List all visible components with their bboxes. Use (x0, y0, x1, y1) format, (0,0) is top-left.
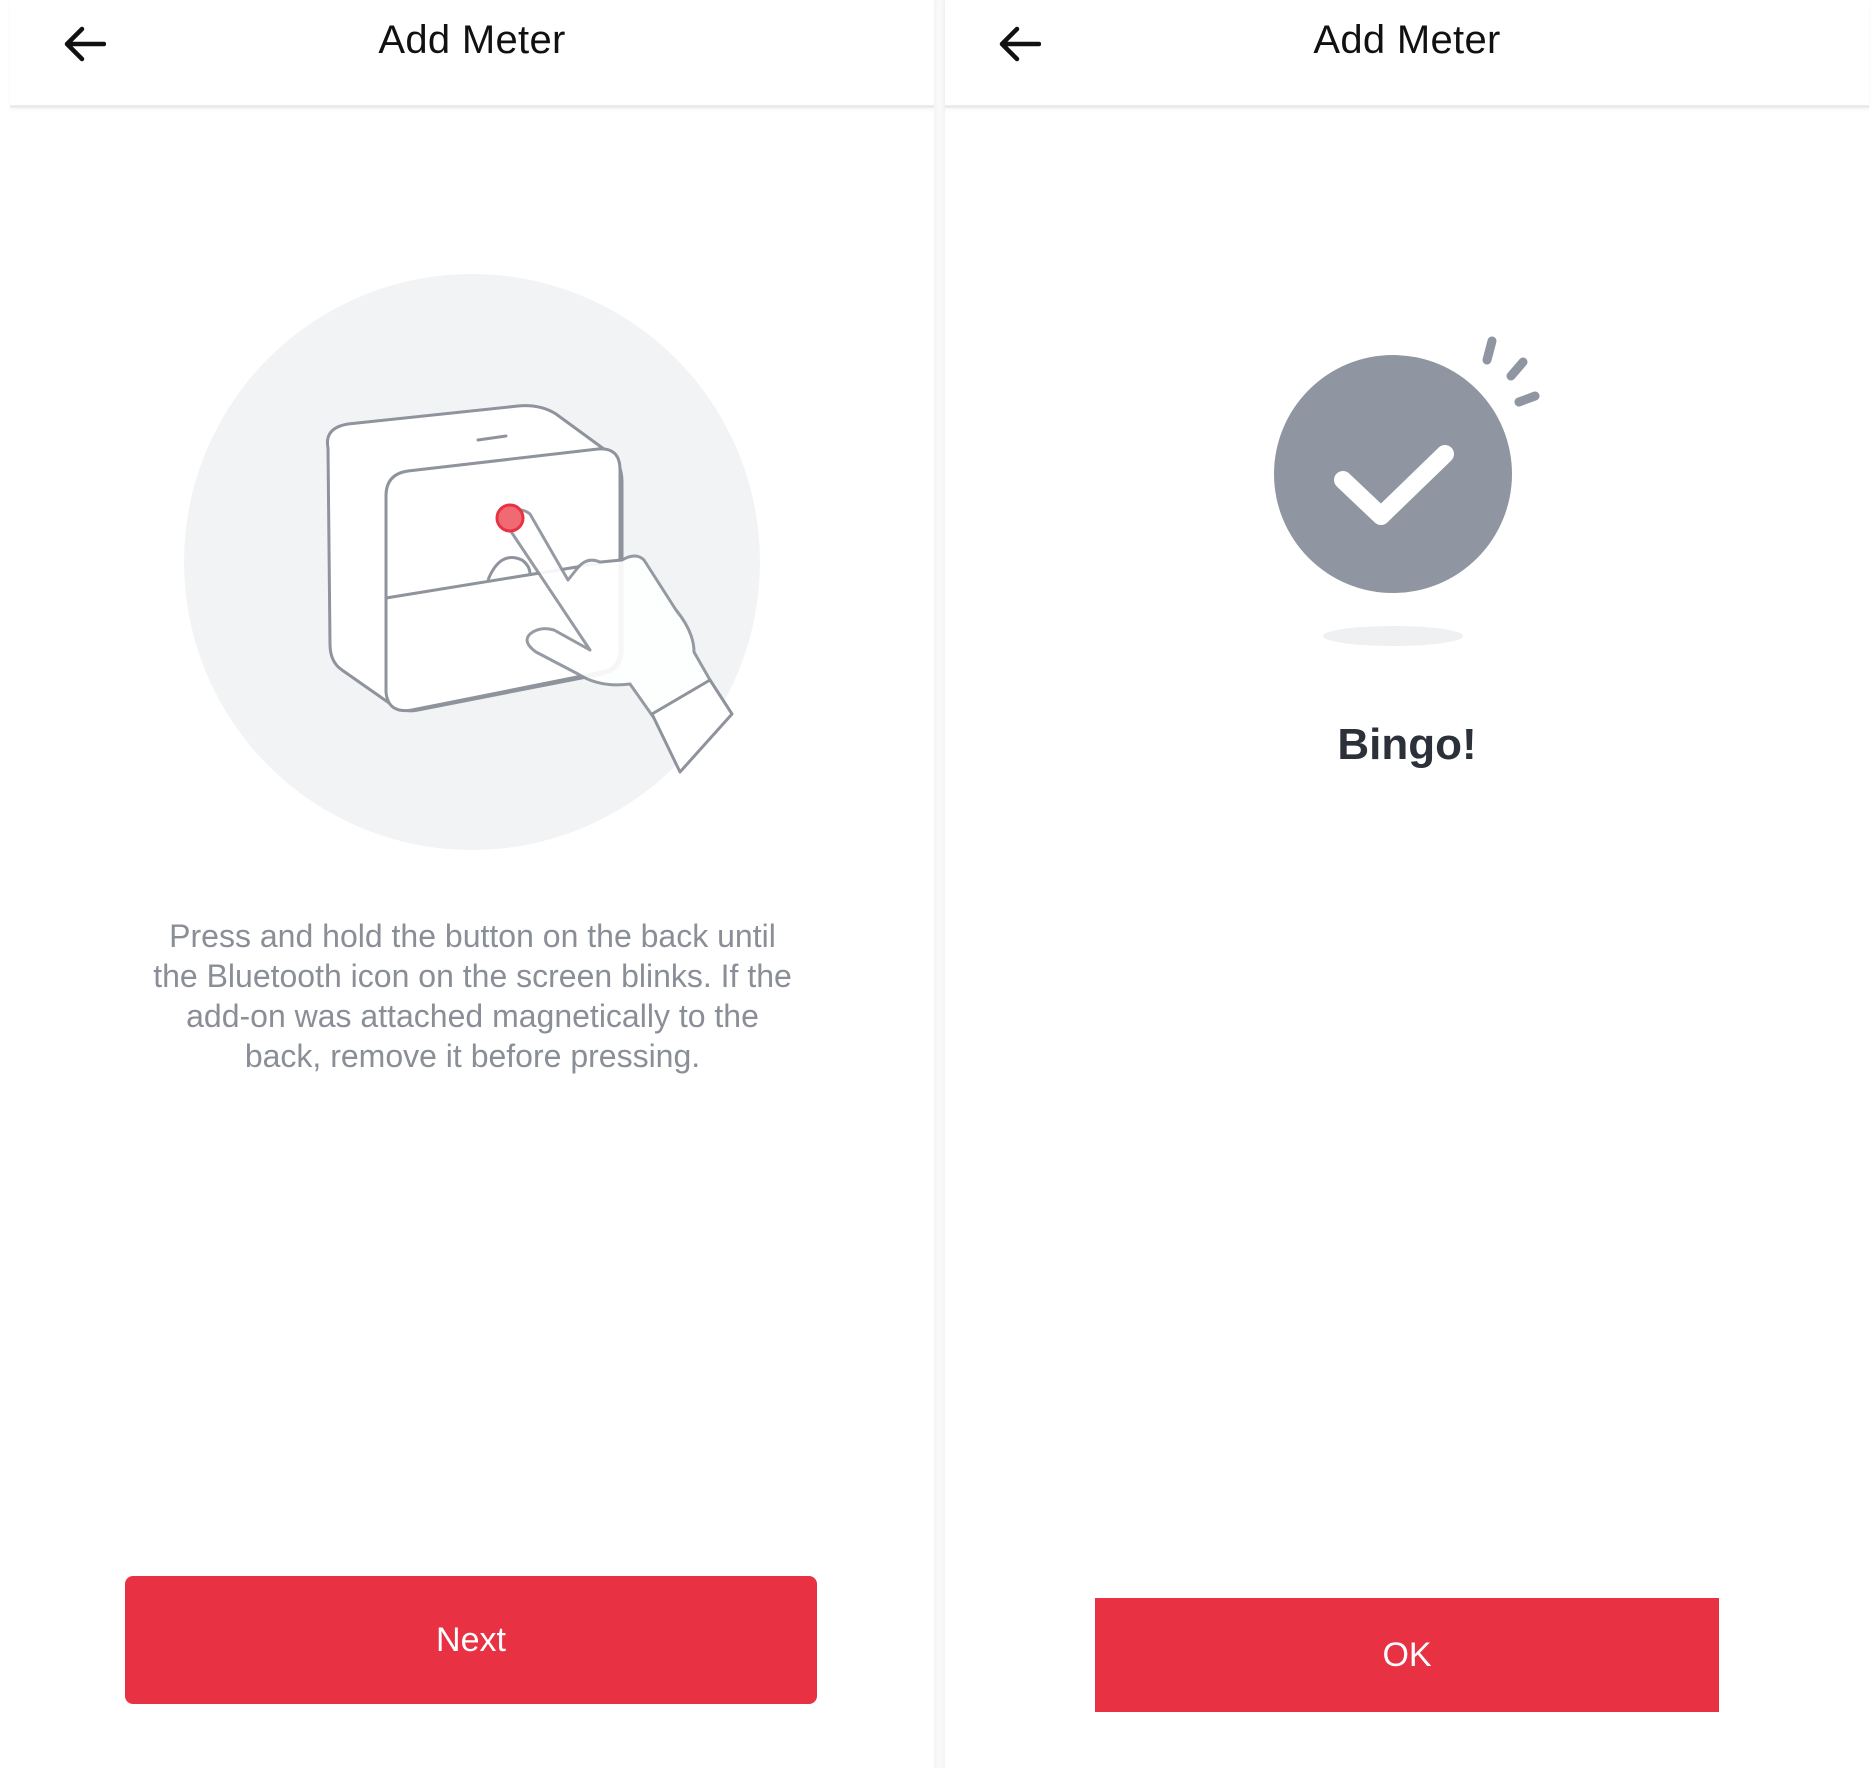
sparkle-lines (1482, 336, 1540, 407)
icon-shadow (1323, 626, 1463, 646)
red-indicator (495, 503, 525, 533)
success-circle (1274, 355, 1512, 593)
next-button[interactable]: Next (125, 1576, 817, 1704)
app-canvas: Add Meter Press and hold the button on t… (0, 0, 1873, 1768)
ok-button[interactable]: OK (1095, 1598, 1719, 1712)
checkmark-circle-icon (1274, 336, 1540, 646)
instruction-screen: Add Meter Press and hold the button on t… (10, 0, 934, 1768)
instruction-text: Press and hold the button on the back un… (153, 918, 792, 1074)
success-title: Bingo! (1337, 720, 1477, 769)
device-press-button-illustration (184, 274, 760, 850)
success-screen: Add Meter Bingo! OK (945, 0, 1869, 1768)
screen-divider (934, 0, 945, 1768)
